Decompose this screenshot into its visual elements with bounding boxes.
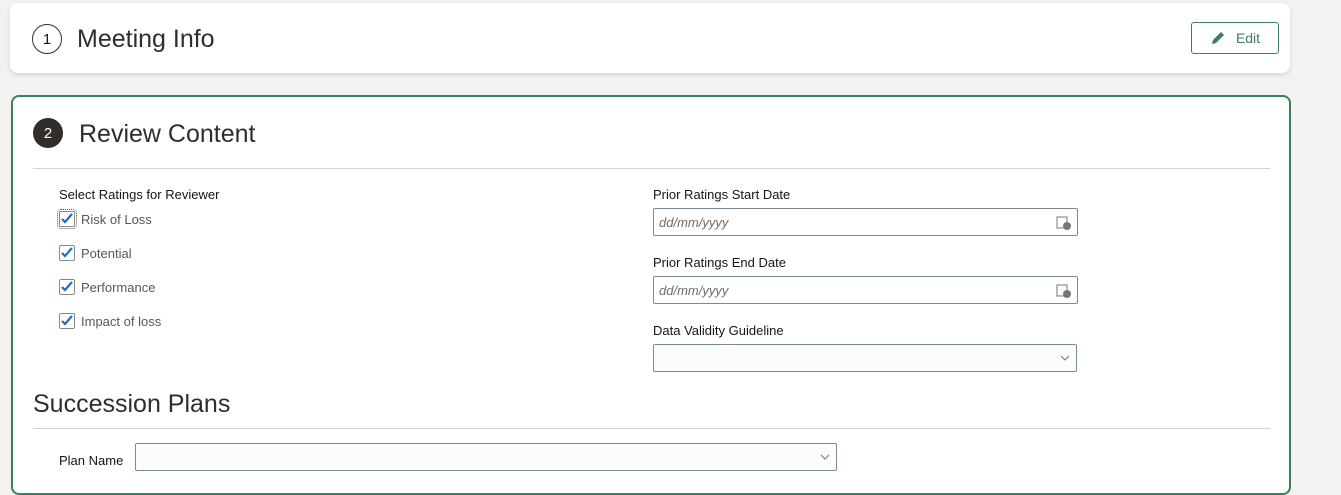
checkbox[interactable] (59, 313, 75, 329)
checkbox-label: Performance (81, 279, 156, 295)
prior-end-label: Prior Ratings End Date (653, 255, 786, 270)
step-number: 1 (32, 24, 62, 54)
checkbox-label: Potential (81, 245, 132, 261)
rating-checkbox[interactable]: Risk of Loss (57, 209, 152, 229)
checkmark-icon (61, 247, 73, 258)
divider (33, 428, 1270, 429)
prior-start-label: Prior Ratings Start Date (653, 187, 791, 202)
edit-button[interactable]: Edit (1191, 22, 1279, 54)
guideline-label: Data Validity Guideline (653, 323, 784, 338)
succession-title: Succession Plans (33, 390, 231, 418)
section-title: Review Content (79, 120, 256, 148)
section-title: Meeting Info (77, 25, 215, 53)
ratings-label: Select Ratings for Reviewer (59, 187, 220, 202)
review-content-card: 2 Review Content Select Ratings for Revi… (11, 95, 1291, 495)
checkbox[interactable] (59, 245, 75, 261)
plan-name-label: Plan Name (59, 453, 124, 468)
chevron-down-icon (820, 454, 830, 460)
guideline-select[interactable] (653, 344, 1077, 372)
divider (33, 168, 1270, 169)
rating-checkbox[interactable]: Impact of loss (59, 313, 161, 329)
prior-end-date-input[interactable]: dd/mm/yyyy (653, 276, 1078, 304)
checkbox-label: Impact of loss (81, 313, 162, 329)
plan-name-select[interactable] (135, 443, 837, 471)
calendar-icon[interactable] (1056, 214, 1072, 230)
rating-checkbox[interactable]: Potential (59, 245, 132, 261)
meeting-info-card: 1 Meeting Info Edit (10, 3, 1290, 73)
step-number: 2 (33, 118, 63, 148)
checkbox[interactable] (57, 209, 77, 229)
prior-start-date-input[interactable]: dd/mm/yyyy (653, 208, 1078, 236)
rating-checkbox[interactable]: Performance (59, 279, 155, 295)
checkbox-label: Risk of Loss (81, 211, 152, 227)
chevron-down-icon (1060, 355, 1070, 361)
edit-label: Edit (1235, 30, 1261, 46)
checkbox[interactable] (59, 279, 75, 295)
calendar-icon[interactable] (1056, 282, 1072, 298)
checkmark-icon (61, 281, 73, 292)
pencil-icon (1211, 32, 1224, 44)
checkmark-icon (61, 213, 73, 224)
checkmark-icon (61, 315, 73, 326)
